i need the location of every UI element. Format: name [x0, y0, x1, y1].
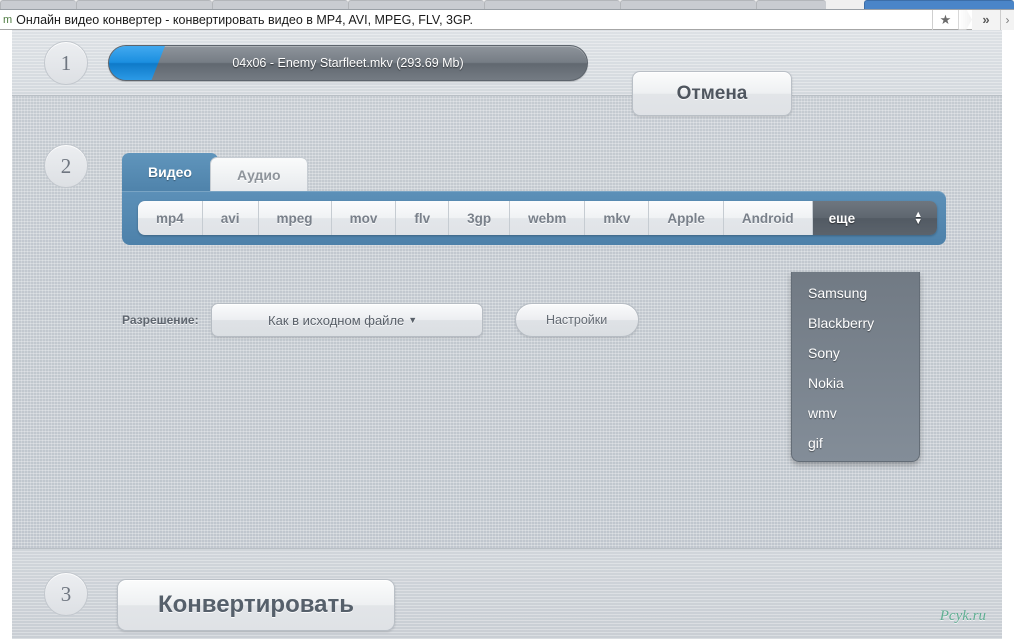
tab-video[interactable]: Видео [122, 153, 218, 191]
omnibox-right-controls: ★ » › [932, 9, 1014, 30]
dropdown-item-gif[interactable]: gif [792, 428, 919, 458]
site-watermark: Pcyk.ru [939, 608, 986, 624]
updown-arrows-icon: ▲ ▼ [913, 210, 923, 226]
dropdown-item-nokia[interactable]: Nokia [792, 368, 919, 398]
format-more-dropdown-toggle[interactable]: еще ▲ ▼ [812, 201, 937, 235]
browser-tab-active[interactable] [864, 0, 1014, 9]
dropdown-item-samsung[interactable]: Samsung [792, 278, 919, 308]
upload-progress-bar: 04x06 - Enemy Starfleet.mkv (293.69 Mb) [108, 45, 588, 81]
step-1-section: 1 04x06 - Enemy Starfleet.mkv (293.69 Mb… [12, 30, 1002, 116]
format-apple[interactable]: Apple [649, 201, 724, 235]
dropdown-item-sony[interactable]: Sony [792, 338, 919, 368]
browser-tab[interactable] [484, 0, 620, 9]
uploaded-file-name: 04x06 - Enemy Starfleet.mkv (293.69 Mb) [232, 56, 464, 70]
step-number-2: 2 [44, 144, 88, 188]
chevron-down-icon: ▼ [408, 315, 418, 325]
format-webm[interactable]: webm [510, 201, 586, 235]
dropdown-item-blackberry[interactable]: Blackberry [792, 308, 919, 338]
format-button-group[interactable]: mp4 avi mpeg mov flv 3gp webm mkv Apple … [138, 201, 937, 235]
media-type-tabs[interactable]: Видео Аудио [122, 153, 308, 191]
tab-audio[interactable]: Аудио [209, 157, 308, 191]
chevron-double-right-icon[interactable]: » [972, 9, 1000, 30]
browser-tab[interactable] [76, 0, 212, 9]
format-avi[interactable]: avi [202, 201, 259, 235]
app-page: 1 04x06 - Enemy Starfleet.mkv (293.69 Mb… [0, 30, 1014, 639]
browser-chrome: m Онлайн видео конвертер - конвертироват… [0, 0, 1014, 30]
step-number-1: 1 [44, 41, 88, 85]
format-3gp[interactable]: 3gp [449, 201, 511, 235]
format-mp4[interactable]: mp4 [138, 201, 203, 235]
omnibox-prefix-text: m [3, 13, 13, 26]
dropdown-item-wmv[interactable]: wmv [792, 398, 919, 428]
format-mov[interactable]: mov [331, 201, 397, 235]
arrow-down-icon: ▼ [913, 216, 923, 226]
format-more-dropdown-menu[interactable]: Samsung Blackberry Sony Nokia wmv gif [791, 272, 920, 462]
browser-tab[interactable] [212, 0, 348, 9]
step-number-3: 3 [44, 572, 88, 616]
settings-button[interactable]: Настройки [514, 303, 639, 337]
bookmark-star-icon[interactable]: ★ [932, 9, 958, 30]
format-mkv[interactable]: mkv [585, 201, 650, 235]
tab-strip-gap [826, 0, 864, 9]
browser-tab[interactable] [756, 0, 826, 9]
step-2-section: 2 Видео Аудио mp4 avi mpeg mov flv 3gp w… [12, 97, 1002, 548]
chevron-right-icon[interactable]: › [1000, 9, 1014, 30]
omnibox-tail-shape [958, 9, 972, 30]
format-flv[interactable]: flv [396, 201, 450, 235]
format-panel: mp4 avi mpeg mov flv 3gp webm mkv Apple … [122, 191, 946, 245]
browser-tab[interactable] [0, 0, 76, 9]
browser-tab-strip[interactable] [0, 0, 1014, 9]
step-3-section: 3 Конвертировать Pcyk.ru [12, 548, 1002, 639]
convert-button[interactable]: Конвертировать [117, 579, 395, 631]
resolution-label: Разрешение: [122, 313, 199, 327]
format-more-label: еще [828, 210, 856, 226]
format-android[interactable]: Android [723, 201, 813, 235]
omnibox-row[interactable]: m Онлайн видео конвертер - конвертироват… [0, 9, 1014, 30]
upload-progress-fill [109, 46, 165, 80]
resolution-value: Как в исходном файле [268, 312, 405, 328]
browser-tab[interactable] [620, 0, 756, 9]
resolution-row: Разрешение: Как в исходном файле ▼ Настр… [122, 303, 639, 337]
resolution-select[interactable]: Как в исходном файле ▼ [210, 303, 483, 337]
converter-app-frame: 1 04x06 - Enemy Starfleet.mkv (293.69 Mb… [12, 30, 1002, 639]
browser-tab[interactable] [348, 0, 484, 9]
format-mpeg[interactable]: mpeg [258, 201, 332, 235]
page-title: Онлайн видео конвертер - конвертировать … [16, 12, 473, 27]
